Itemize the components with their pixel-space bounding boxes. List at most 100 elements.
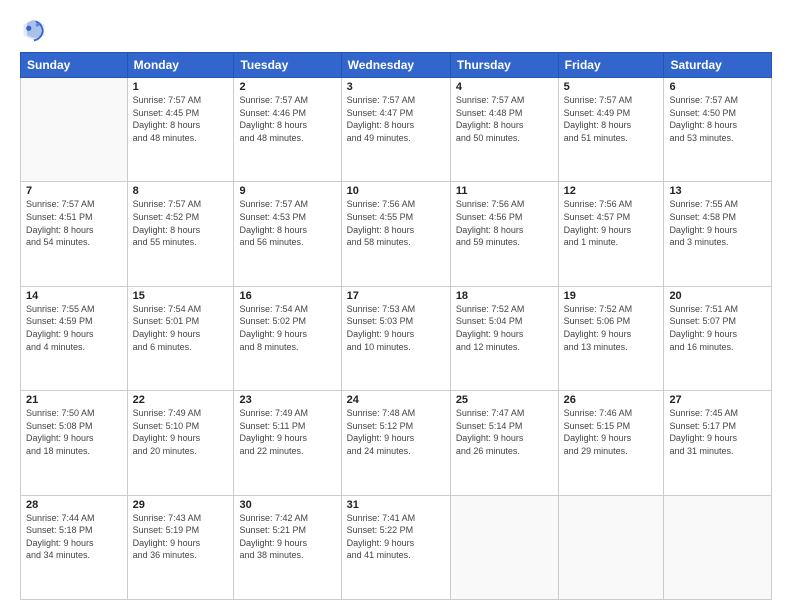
day-info: Sunrise: 7:57 AM Sunset: 4:51 PM Dayligh… [26,198,122,248]
day-info: Sunrise: 7:57 AM Sunset: 4:46 PM Dayligh… [239,94,335,144]
calendar-cell: 24Sunrise: 7:48 AM Sunset: 5:12 PM Dayli… [341,391,450,495]
day-number: 28 [26,499,122,511]
day-info: Sunrise: 7:50 AM Sunset: 5:08 PM Dayligh… [26,407,122,457]
day-info: Sunrise: 7:52 AM Sunset: 5:04 PM Dayligh… [456,303,553,353]
day-number: 31 [347,499,445,511]
day-info: Sunrise: 7:47 AM Sunset: 5:14 PM Dayligh… [456,407,553,457]
day-info: Sunrise: 7:57 AM Sunset: 4:48 PM Dayligh… [456,94,553,144]
day-info: Sunrise: 7:54 AM Sunset: 5:01 PM Dayligh… [133,303,229,353]
day-number: 1 [133,81,229,93]
calendar-cell: 9Sunrise: 7:57 AM Sunset: 4:53 PM Daylig… [234,182,341,286]
calendar-cell: 19Sunrise: 7:52 AM Sunset: 5:06 PM Dayli… [558,286,664,390]
day-info: Sunrise: 7:57 AM Sunset: 4:50 PM Dayligh… [669,94,766,144]
day-number: 7 [26,185,122,197]
calendar-week-row: 7Sunrise: 7:57 AM Sunset: 4:51 PM Daylig… [21,182,772,286]
day-number: 3 [347,81,445,93]
calendar-cell: 6Sunrise: 7:57 AM Sunset: 4:50 PM Daylig… [664,78,772,182]
day-info: Sunrise: 7:56 AM Sunset: 4:56 PM Dayligh… [456,198,553,248]
day-number: 11 [456,185,553,197]
weekday-header: Friday [558,53,664,78]
day-number: 5 [564,81,659,93]
day-info: Sunrise: 7:42 AM Sunset: 5:21 PM Dayligh… [239,512,335,562]
logo-icon [20,16,48,44]
calendar-cell: 8Sunrise: 7:57 AM Sunset: 4:52 PM Daylig… [127,182,234,286]
day-info: Sunrise: 7:51 AM Sunset: 5:07 PM Dayligh… [669,303,766,353]
calendar-cell: 17Sunrise: 7:53 AM Sunset: 5:03 PM Dayli… [341,286,450,390]
day-info: Sunrise: 7:41 AM Sunset: 5:22 PM Dayligh… [347,512,445,562]
calendar-cell: 27Sunrise: 7:45 AM Sunset: 5:17 PM Dayli… [664,391,772,495]
day-number: 17 [347,290,445,302]
day-info: Sunrise: 7:46 AM Sunset: 5:15 PM Dayligh… [564,407,659,457]
day-number: 6 [669,81,766,93]
day-info: Sunrise: 7:53 AM Sunset: 5:03 PM Dayligh… [347,303,445,353]
calendar-cell: 30Sunrise: 7:42 AM Sunset: 5:21 PM Dayli… [234,495,341,599]
calendar-cell: 2Sunrise: 7:57 AM Sunset: 4:46 PM Daylig… [234,78,341,182]
day-info: Sunrise: 7:55 AM Sunset: 4:58 PM Dayligh… [669,198,766,248]
day-info: Sunrise: 7:57 AM Sunset: 4:45 PM Dayligh… [133,94,229,144]
weekday-header: Saturday [664,53,772,78]
calendar-cell: 21Sunrise: 7:50 AM Sunset: 5:08 PM Dayli… [21,391,128,495]
day-number: 30 [239,499,335,511]
day-info: Sunrise: 7:45 AM Sunset: 5:17 PM Dayligh… [669,407,766,457]
weekday-header: Thursday [450,53,558,78]
calendar-cell: 15Sunrise: 7:54 AM Sunset: 5:01 PM Dayli… [127,286,234,390]
calendar-cell: 13Sunrise: 7:55 AM Sunset: 4:58 PM Dayli… [664,182,772,286]
calendar-cell: 20Sunrise: 7:51 AM Sunset: 5:07 PM Dayli… [664,286,772,390]
day-info: Sunrise: 7:57 AM Sunset: 4:49 PM Dayligh… [564,94,659,144]
day-number: 10 [347,185,445,197]
calendar-cell: 29Sunrise: 7:43 AM Sunset: 5:19 PM Dayli… [127,495,234,599]
day-number: 25 [456,394,553,406]
day-number: 13 [669,185,766,197]
day-number: 4 [456,81,553,93]
calendar-cell: 4Sunrise: 7:57 AM Sunset: 4:48 PM Daylig… [450,78,558,182]
day-info: Sunrise: 7:49 AM Sunset: 5:10 PM Dayligh… [133,407,229,457]
calendar-cell: 11Sunrise: 7:56 AM Sunset: 4:56 PM Dayli… [450,182,558,286]
calendar-cell [664,495,772,599]
calendar-cell: 10Sunrise: 7:56 AM Sunset: 4:55 PM Dayli… [341,182,450,286]
calendar-cell [21,78,128,182]
day-info: Sunrise: 7:52 AM Sunset: 5:06 PM Dayligh… [564,303,659,353]
calendar-cell: 7Sunrise: 7:57 AM Sunset: 4:51 PM Daylig… [21,182,128,286]
calendar-cell: 22Sunrise: 7:49 AM Sunset: 5:10 PM Dayli… [127,391,234,495]
day-number: 19 [564,290,659,302]
weekday-header: Sunday [21,53,128,78]
day-number: 18 [456,290,553,302]
day-info: Sunrise: 7:57 AM Sunset: 4:47 PM Dayligh… [347,94,445,144]
calendar-body: 1Sunrise: 7:57 AM Sunset: 4:45 PM Daylig… [21,78,772,600]
day-number: 21 [26,394,122,406]
day-number: 9 [239,185,335,197]
calendar-week-row: 28Sunrise: 7:44 AM Sunset: 5:18 PM Dayli… [21,495,772,599]
calendar-cell [558,495,664,599]
header [20,16,772,44]
day-info: Sunrise: 7:44 AM Sunset: 5:18 PM Dayligh… [26,512,122,562]
day-number: 8 [133,185,229,197]
calendar-cell: 16Sunrise: 7:54 AM Sunset: 5:02 PM Dayli… [234,286,341,390]
calendar-cell: 23Sunrise: 7:49 AM Sunset: 5:11 PM Dayli… [234,391,341,495]
calendar-cell: 31Sunrise: 7:41 AM Sunset: 5:22 PM Dayli… [341,495,450,599]
day-info: Sunrise: 7:43 AM Sunset: 5:19 PM Dayligh… [133,512,229,562]
calendar-cell: 12Sunrise: 7:56 AM Sunset: 4:57 PM Dayli… [558,182,664,286]
calendar-cell: 14Sunrise: 7:55 AM Sunset: 4:59 PM Dayli… [21,286,128,390]
day-number: 23 [239,394,335,406]
day-info: Sunrise: 7:55 AM Sunset: 4:59 PM Dayligh… [26,303,122,353]
day-number: 27 [669,394,766,406]
day-number: 26 [564,394,659,406]
day-number: 24 [347,394,445,406]
day-number: 15 [133,290,229,302]
calendar-cell: 3Sunrise: 7:57 AM Sunset: 4:47 PM Daylig… [341,78,450,182]
day-info: Sunrise: 7:48 AM Sunset: 5:12 PM Dayligh… [347,407,445,457]
calendar-week-row: 1Sunrise: 7:57 AM Sunset: 4:45 PM Daylig… [21,78,772,182]
day-number: 20 [669,290,766,302]
day-info: Sunrise: 7:57 AM Sunset: 4:52 PM Dayligh… [133,198,229,248]
calendar-table: SundayMondayTuesdayWednesdayThursdayFrid… [20,52,772,600]
weekday-header: Tuesday [234,53,341,78]
day-number: 14 [26,290,122,302]
calendar-week-row: 14Sunrise: 7:55 AM Sunset: 4:59 PM Dayli… [21,286,772,390]
weekday-header: Monday [127,53,234,78]
day-number: 12 [564,185,659,197]
calendar-cell: 18Sunrise: 7:52 AM Sunset: 5:04 PM Dayli… [450,286,558,390]
day-number: 29 [133,499,229,511]
day-info: Sunrise: 7:56 AM Sunset: 4:55 PM Dayligh… [347,198,445,248]
logo [20,16,52,44]
calendar-cell: 5Sunrise: 7:57 AM Sunset: 4:49 PM Daylig… [558,78,664,182]
